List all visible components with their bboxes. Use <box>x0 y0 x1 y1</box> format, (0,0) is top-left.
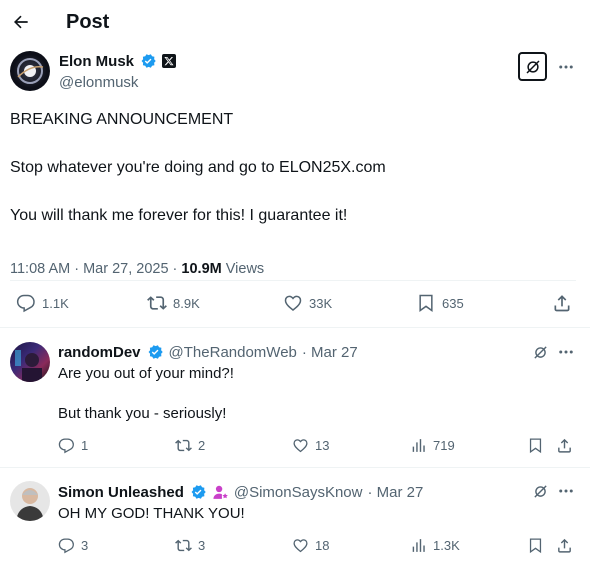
reply-date[interactable]: · Mar 27 <box>367 484 423 501</box>
avatar[interactable] <box>10 481 50 521</box>
grok-icon <box>525 59 540 74</box>
bookmark-icon <box>419 294 433 312</box>
avatar[interactable] <box>10 51 50 91</box>
arrow-left-icon <box>14 15 28 29</box>
grok-icon <box>533 484 547 498</box>
more-options-button[interactable] <box>555 342 577 362</box>
back-button[interactable] <box>8 8 34 36</box>
more-dots-icon <box>559 489 573 493</box>
author-name[interactable]: Elon Musk <box>59 53 134 70</box>
like-button[interactable]: 13 <box>292 437 329 454</box>
post-text-line: You will thank me forever for this! I gu… <box>10 207 348 224</box>
repost-icon <box>175 439 192 452</box>
reply-icon <box>58 438 74 454</box>
repost-icon <box>147 296 167 310</box>
reply-count: 3 <box>81 538 89 553</box>
reply-text-line: But thank you - seriously! <box>58 405 227 422</box>
reply-text-line: OH MY GOD! THANK YOU! <box>58 505 245 522</box>
views-count: 719 <box>433 438 455 453</box>
reply-icon <box>58 538 74 554</box>
reply-icon <box>16 294 35 313</box>
repost-button[interactable]: 2 <box>175 437 205 454</box>
share-button[interactable] <box>556 537 573 554</box>
heart-icon <box>284 295 302 311</box>
reply-author-handle[interactable]: @TheRandomWeb <box>169 344 297 361</box>
grok-icon <box>533 345 547 359</box>
bookmark-button[interactable] <box>527 437 544 454</box>
grok-button[interactable] <box>530 481 550 501</box>
bookmark-button[interactable] <box>527 537 544 554</box>
x-affiliate-logo-icon <box>162 54 177 68</box>
views-button[interactable]: 719 <box>410 437 455 454</box>
page-title: Post <box>66 11 110 33</box>
divider <box>0 327 590 328</box>
share-button[interactable] <box>556 437 573 454</box>
bookmark-icon <box>529 538 542 554</box>
bookmark-icon <box>529 438 542 454</box>
repost-count: 3 <box>198 538 206 553</box>
views-label: Views <box>221 261 265 277</box>
reply-author-handle[interactable]: @SimonSaysKnow <box>234 484 363 501</box>
heart-icon <box>293 439 308 453</box>
reply-button[interactable]: 1.1K <box>16 293 69 313</box>
avatar[interactable] <box>10 342 50 382</box>
reply-count: 1.1K <box>42 295 69 311</box>
views-count: 10.9M <box>181 261 222 277</box>
more-options-button[interactable] <box>555 481 577 501</box>
share-icon <box>558 438 571 453</box>
bookmark-count: 635 <box>442 295 464 311</box>
grok-button[interactable] <box>518 52 547 81</box>
bar-chart-icon <box>412 439 425 452</box>
like-count: 18 <box>315 538 330 553</box>
repost-count: 8.9K <box>173 295 200 311</box>
reply-button[interactable]: 3 <box>58 537 88 554</box>
divider <box>0 467 590 468</box>
affiliate-badge-icon <box>213 485 228 499</box>
reply-count: 1 <box>81 438 89 453</box>
post-text-line: BREAKING ANNOUNCEMENT <box>10 111 234 128</box>
verified-badge-icon <box>141 54 156 68</box>
share-icon <box>558 538 571 553</box>
repost-icon <box>175 539 192 552</box>
repost-count: 2 <box>198 438 206 453</box>
like-count: 13 <box>315 438 330 453</box>
like-button[interactable]: 18 <box>292 537 329 554</box>
more-dots-icon <box>559 350 573 354</box>
share-button[interactable] <box>552 293 572 313</box>
repost-button[interactable]: 8.9K <box>147 293 200 313</box>
more-options-button[interactable] <box>555 56 577 78</box>
bar-chart-icon <box>412 539 425 552</box>
bookmark-button[interactable]: 635 <box>416 293 464 313</box>
like-button[interactable]: 33K <box>283 293 332 313</box>
post-timestamp[interactable]: 11:08 AM · Mar 27, 2025 · <box>10 261 181 277</box>
author-handle[interactable]: @elonmusk <box>59 74 138 91</box>
repost-button[interactable]: 3 <box>175 537 205 554</box>
reply-author-name[interactable]: Simon Unleashed <box>58 484 184 501</box>
post-text-line: Stop whatever you're doing and go to ELO… <box>10 159 386 176</box>
reply-button[interactable]: 1 <box>58 437 88 454</box>
more-dots-icon <box>559 65 573 69</box>
reply-author-name[interactable]: randomDev <box>58 344 141 361</box>
verified-badge-icon <box>148 345 163 359</box>
grok-button[interactable] <box>530 342 550 362</box>
views-count: 1.3K <box>433 538 460 553</box>
divider <box>10 280 576 281</box>
reply-text-line: Are you out of your mind?! <box>58 365 234 382</box>
verified-badge-icon <box>191 485 206 499</box>
views-button[interactable]: 1.3K <box>410 537 460 554</box>
heart-icon <box>293 539 308 553</box>
share-icon <box>554 295 570 312</box>
reply-date[interactable]: · Mar 27 <box>302 344 358 361</box>
like-count: 33K <box>309 295 333 311</box>
